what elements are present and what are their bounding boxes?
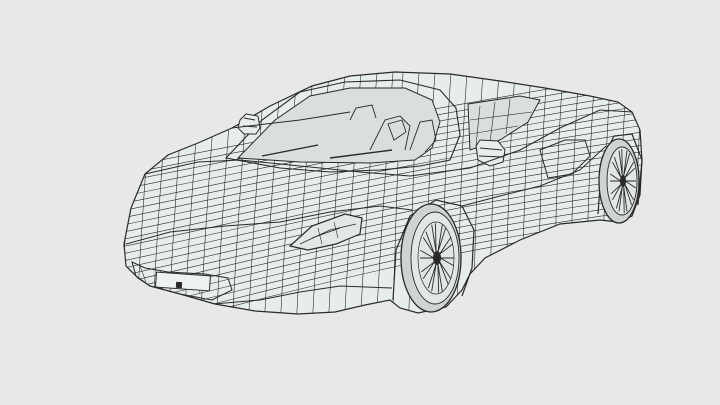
viewport-3d[interactable] (0, 0, 720, 405)
license-plate (154, 271, 211, 292)
front-wheel (400, 203, 462, 313)
front-sensor (175, 281, 183, 289)
car-wireframe-model (0, 0, 720, 405)
rear-wheel (598, 138, 640, 224)
